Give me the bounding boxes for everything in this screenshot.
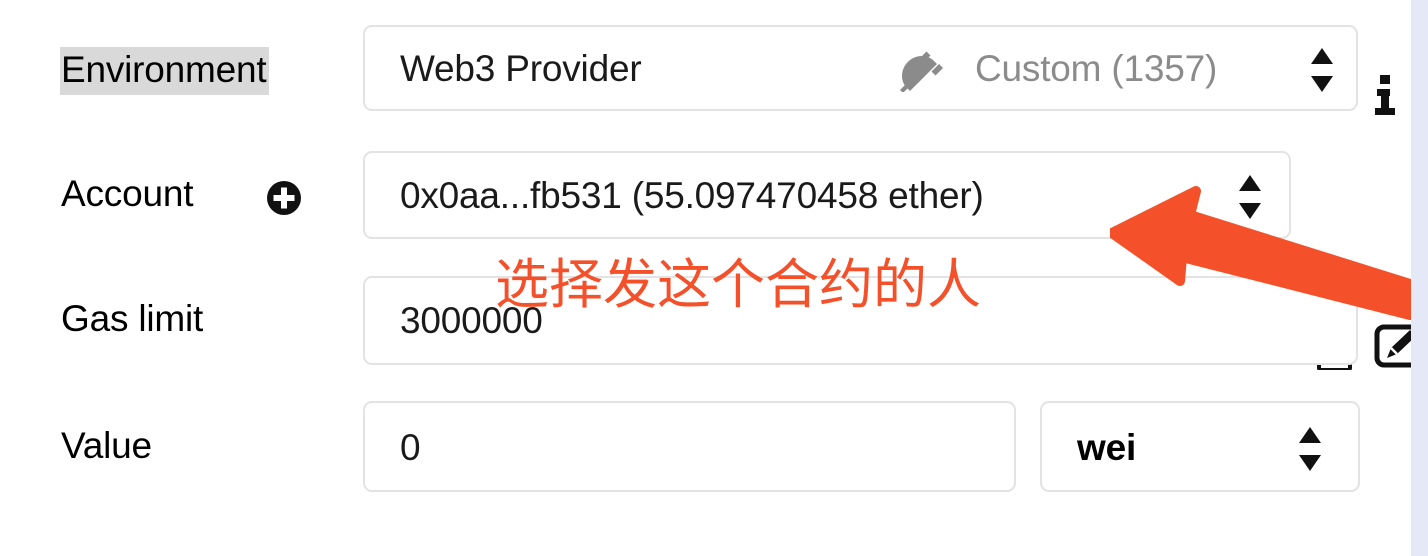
plus-circle-icon[interactable] (267, 181, 301, 215)
annotation-text: 选择发这个合约的人 (495, 253, 981, 316)
value-row: Value 0 wei (0, 401, 1428, 492)
spinner-arrows-icon[interactable] (1295, 424, 1325, 474)
value-amount: 0 (400, 427, 421, 468)
remix-deploy-panel: Environment Web3 Provider Custom (1357) (0, 0, 1428, 556)
environment-select[interactable]: Web3 Provider Custom (1357) (363, 25, 1358, 111)
info-icon[interactable] (1375, 75, 1395, 115)
panel-edge-strip (1411, 0, 1428, 556)
value-field[interactable]: 0 (363, 401, 1016, 492)
spinner-arrows-icon[interactable] (1307, 45, 1337, 95)
environment-network-value: Custom (1357) (975, 48, 1218, 89)
annotation-arrow-icon (1107, 185, 1428, 320)
environment-row: Environment Web3 Provider Custom (1357) (0, 25, 1428, 115)
account-label: Account (61, 173, 194, 214)
account-value: 0x0aa...fb531 (55.097470458 ether) (400, 175, 984, 216)
environment-label: Environment (60, 47, 269, 95)
plug-icon (896, 50, 946, 93)
value-unit-select[interactable]: wei (1040, 401, 1360, 492)
value-unit-label: wei (1077, 427, 1137, 468)
value-label: Value (61, 425, 152, 466)
environment-provider-value: Web3 Provider (400, 48, 642, 89)
gas-limit-label: Gas limit (61, 298, 204, 339)
